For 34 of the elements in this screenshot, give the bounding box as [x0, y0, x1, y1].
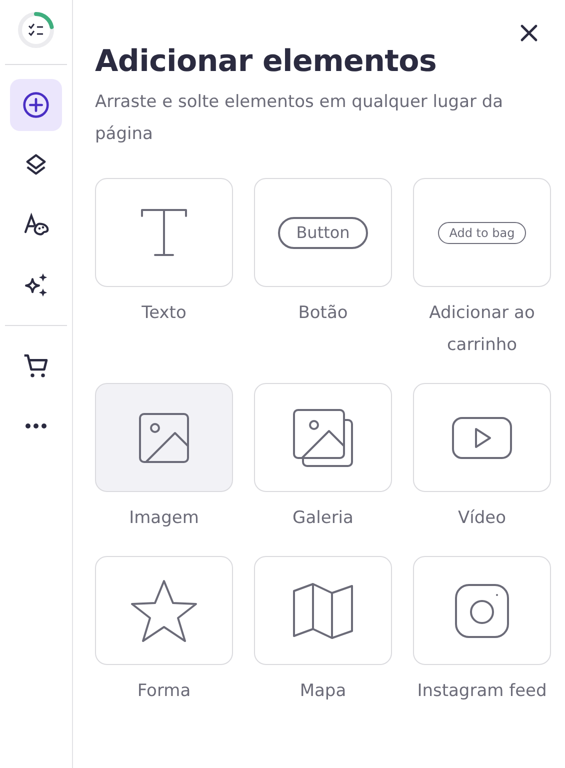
instagram-element-tile[interactable]: [413, 556, 551, 665]
cart-icon: [22, 352, 50, 380]
element-label: Instagram feed: [416, 680, 548, 703]
gallery-element-tile[interactable]: [254, 383, 392, 492]
play-icon: [451, 416, 513, 460]
shape-element-tile[interactable]: [95, 556, 233, 665]
add-to-cart-element-tile[interactable]: Add to bag: [413, 178, 551, 287]
element-label: Forma: [136, 680, 192, 703]
element-label: Adicionar ao carrinho: [428, 302, 536, 357]
element-label: Mapa: [298, 680, 348, 703]
image-icon: [138, 412, 190, 464]
add-to-bag-preview: Add to bag: [438, 222, 526, 244]
add-button[interactable]: [10, 79, 62, 131]
element-label: Vídeo: [456, 507, 507, 530]
panel-subtitle: Arraste e solte elementos em qualquer lugar da página: [95, 91, 504, 146]
video-element-tile[interactable]: [413, 383, 551, 492]
panel-title: Adicionar elementos: [95, 44, 438, 80]
add-icon: [22, 91, 50, 119]
button-element-tile[interactable]: Button: [254, 178, 392, 287]
instagram-icon: [454, 582, 510, 638]
image-element-tile[interactable]: [95, 383, 233, 492]
element-label: Imagem: [128, 507, 200, 530]
element-label: Botão: [297, 302, 349, 325]
element-label: Galeria: [292, 507, 354, 530]
progress-ring-icon[interactable]: [16, 10, 56, 50]
gallery-icon: [292, 408, 354, 468]
map-element-tile[interactable]: [254, 556, 392, 665]
element-label: Texto: [140, 302, 188, 325]
star-icon: [130, 578, 198, 642]
map-icon: [292, 582, 354, 640]
button-preview: Button: [278, 216, 368, 248]
more-icon: [24, 422, 48, 430]
text-element-tile[interactable]: [95, 178, 233, 287]
text-icon: [139, 208, 189, 258]
